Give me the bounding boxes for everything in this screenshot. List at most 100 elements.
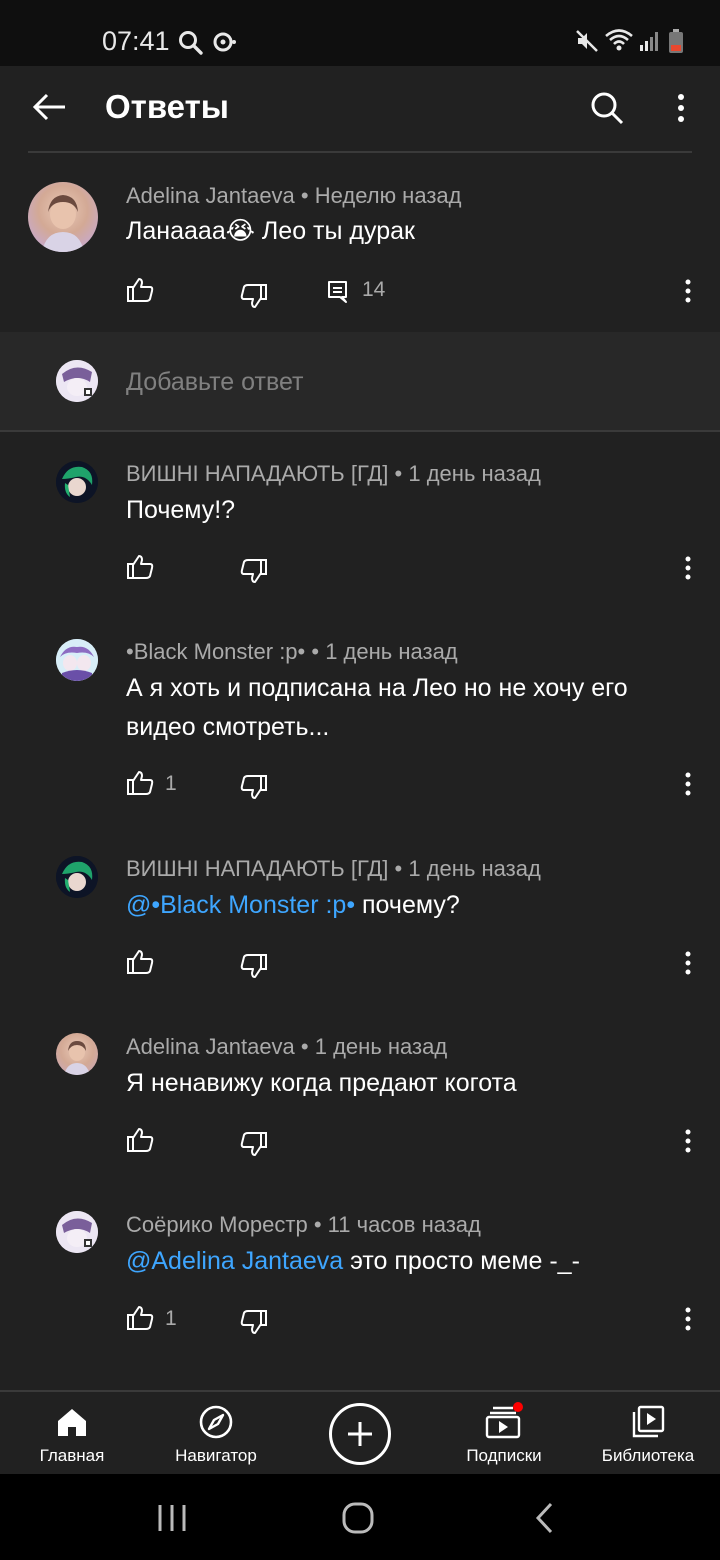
like-icon[interactable] [126,1305,154,1331]
like-icon[interactable] [126,554,154,580]
meta-separator: • [394,856,403,881]
compass-icon [199,1405,233,1439]
battery-low-icon [669,29,683,53]
comment-author[interactable]: ВИШНІ НАПАДАЮТЬ [ГД] [126,856,388,881]
nav-label: Библиотека [601,1446,695,1465]
status-bar: 07:41 [0,0,720,66]
comment-mention[interactable]: @Adelina Jantaeva [126,1247,343,1275]
nav-label: Подписки [466,1446,542,1465]
comment-author[interactable]: ВИШНІ НАПАДАЮТЬ [ГД] [126,461,388,486]
meta-separator: • [394,461,403,486]
nav-explore[interactable]: Навигатор [144,1392,288,1476]
comment-meta: Adelina Jantaeva • 1 день назад [126,1034,447,1060]
arrow-left-icon[interactable] [32,92,68,122]
reply-input[interactable]: Добавьте ответ [126,368,303,397]
avatar-art [56,856,98,898]
more-vert-icon[interactable] [676,93,686,123]
comment-text: @Adelina Jantaeva это просто меме -_- [126,1242,686,1281]
comment-meta: ВИШНІ НАПАДАЮТЬ [ГД] • 1 день назад [126,461,541,487]
avatar[interactable] [56,461,98,503]
more-vert-icon[interactable] [684,951,692,975]
avatar[interactable] [28,182,98,252]
nav-subscriptions[interactable]: Подписки [432,1392,576,1476]
dislike-icon[interactable] [240,774,268,800]
meta-separator: • [300,1034,309,1059]
meta-separator: • [311,639,320,664]
signal-icon [640,32,658,51]
nav-create[interactable] [288,1392,432,1476]
avatar-art [56,461,98,503]
dislike-icon[interactable] [240,953,268,979]
comment-body: Я ненавижу когда предают когота [126,1069,517,1097]
comment-time: 1 день назад [314,1034,448,1059]
notification-dot [513,1402,523,1412]
avatar-art [56,360,98,402]
nav-home[interactable]: Главная [0,1392,144,1476]
more-vert-icon[interactable] [684,556,692,580]
nav-library[interactable]: Библиотека [576,1392,720,1476]
create-plus-icon [329,1403,391,1465]
avatar[interactable] [56,639,98,681]
comment-time: Неделю назад [314,183,462,208]
subscriptions-icon [485,1402,523,1439]
reply-count[interactable]: 14 [362,278,385,302]
like-icon[interactable] [126,770,154,796]
comment-meta: Соёрико Морестр • 11 часов назад [126,1212,481,1238]
top-app-bar: Ответы [0,66,720,150]
dislike-icon[interactable] [240,283,268,309]
comment-text: Ланаааа😭 Лео ты дурак [126,217,415,245]
comment-time: 11 часов назад [327,1212,481,1237]
add-reply-box[interactable]: Добавьте ответ [0,332,720,431]
home-circle-icon[interactable] [340,1500,376,1536]
dislike-icon[interactable] [240,1309,268,1335]
nav-label: Главная [39,1446,105,1465]
avatar[interactable] [56,856,98,898]
bottom-navigation: Главная Навигатор Подписки Библиотека [0,1390,720,1474]
system-navigation [0,1474,720,1560]
more-vert-icon[interactable] [684,1129,692,1153]
avatar[interactable] [56,1033,98,1075]
comment-author[interactable]: Соёрико Морестр [126,1212,308,1237]
search-icon [179,31,203,55]
back-chevron-icon[interactable] [534,1501,556,1535]
recents-icon[interactable] [156,1502,188,1534]
comment-mention[interactable]: @•Black Monster :p• [126,891,355,919]
avatar[interactable] [56,1211,98,1253]
avatar-art [56,639,98,681]
comment-text: А я хоть и подписана на Лео но не хочу е… [126,669,696,747]
meta-separator: • [313,1212,322,1237]
comment-body: Почему!? [126,496,236,524]
like-icon[interactable] [126,277,154,303]
comment-time: 1 день назад [325,639,458,664]
comment-author[interactable]: •Black Monster :p• [126,639,305,664]
comment-text: @•Black Monster :p• почему? [126,886,686,925]
comment-meta: Adelina Jantaeva • Неделю назад [126,183,461,209]
comment-author[interactable]: Adelina Jantaeva [126,183,295,208]
plus-icon [348,1422,372,1446]
wifi-icon [605,29,633,51]
nav-label: Навигатор [175,1446,257,1465]
search-icon[interactable] [589,90,625,126]
sync-icon [213,32,236,52]
more-vert-icon[interactable] [684,1307,692,1331]
avatar-art [56,1211,98,1253]
comment-meta: ВИШНІ НАПАДАЮТЬ [ГД] • 1 день назад [126,856,541,882]
replies-icon[interactable] [327,280,349,304]
like-icon[interactable] [126,1127,154,1153]
comment-time: 1 день назад [408,856,541,881]
avatar [56,360,98,402]
home-icon [58,1409,86,1436]
replies-list: ВИШНІ НАПАДАЮТЬ [ГД] • 1 день назад Поче… [0,432,720,1390]
dislike-icon[interactable] [240,1131,268,1157]
comment-body: почему? [355,891,460,919]
more-vert-icon[interactable] [684,772,692,796]
comment-time: 1 день назад [408,461,541,486]
comment-body: А я хоть и подписана на Лео но не хочу е… [126,674,628,741]
avatar-photo [42,195,84,252]
dislike-icon[interactable] [240,558,268,584]
more-vert-icon[interactable] [684,279,692,303]
comment-author[interactable]: Adelina Jantaeva [126,1034,295,1059]
like-icon[interactable] [126,949,154,975]
library-icon [632,1405,665,1438]
status-time: 07:41 [102,26,170,56]
